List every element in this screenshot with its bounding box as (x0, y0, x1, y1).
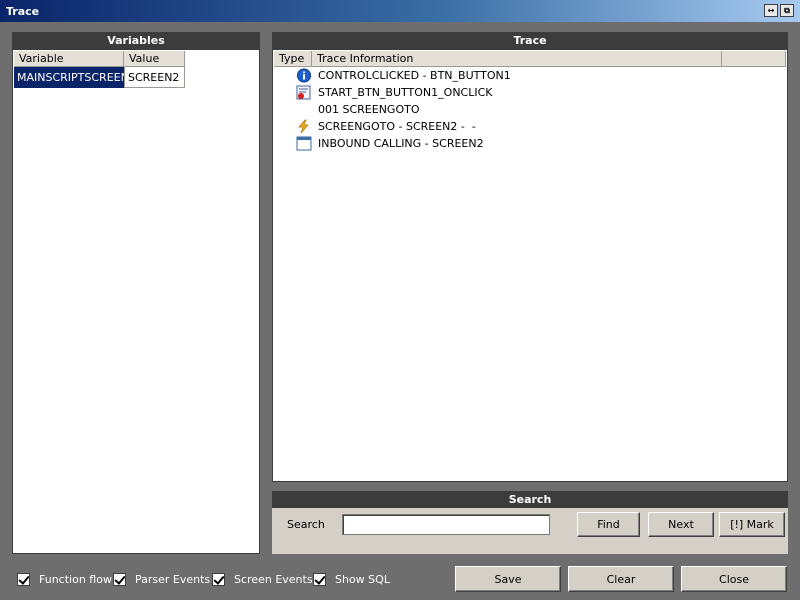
save-button[interactable]: Save (455, 566, 561, 592)
parser-events-checkbox[interactable] (113, 573, 126, 586)
script-icon (296, 85, 311, 100)
trace-text: 001 SCREENGOTO (318, 103, 420, 116)
lightning-icon (298, 119, 309, 134)
column-header-variable[interactable]: Variable (14, 51, 124, 67)
trace-list[interactable]: Type Trace Information CONTROLCLICKED - … (272, 49, 788, 482)
column-header-trace-information[interactable]: Trace Information (312, 51, 722, 67)
info-icon (297, 68, 311, 83)
trace-column-headers: Type Trace Information (274, 51, 786, 67)
window-title: Trace (6, 5, 40, 18)
trace-text: CONTROLCLICKED - BTN_BUTTON1 (318, 69, 511, 82)
variables-header: Variables (12, 32, 260, 49)
restore-icon[interactable]: ↔ (764, 4, 778, 17)
variable-name-cell[interactable]: MAINSCRIPTSCREEN (14, 67, 129, 88)
function-flow-option[interactable]: Function flow (17, 573, 112, 586)
show-sql-label: Show SQL (335, 573, 390, 586)
show-sql-checkbox[interactable] (313, 573, 326, 586)
function-flow-checkbox[interactable] (17, 573, 30, 586)
list-item[interactable]: 001 SCREENGOTO (273, 101, 787, 118)
column-header-filler (722, 51, 786, 67)
list-item[interactable]: SCREENGOTO - SCREEN2 - - (273, 118, 787, 135)
trace-text: INBOUND CALLING - SCREEN2 (318, 137, 484, 150)
screen-events-label: Screen Events (234, 573, 313, 586)
table-row[interactable]: MAINSCRIPTSCREEN SCREEN2 (14, 67, 185, 88)
search-label: Search (287, 518, 325, 531)
search-input[interactable] (342, 514, 550, 535)
trace-text: SCREENGOTO - SCREEN2 - - (318, 120, 476, 133)
parser-events-label: Parser Events (135, 573, 211, 586)
clear-button[interactable]: Clear (568, 566, 674, 592)
title-bar: Trace ↔ ⧉ (0, 0, 800, 22)
variables-column-headers: Variable Value (14, 51, 185, 67)
variables-grid[interactable]: Variable Value MAINSCRIPTSCREEN SCREEN2 (12, 49, 260, 554)
list-item[interactable]: CONTROLCLICKED - BTN_BUTTON1 (273, 67, 787, 84)
list-item[interactable]: INBOUND CALLING - SCREEN2 (273, 135, 787, 152)
column-header-type[interactable]: Type (274, 51, 312, 67)
show-sql-option[interactable]: Show SQL (313, 573, 390, 586)
screen-events-checkbox[interactable] (212, 573, 225, 586)
function-flow-label: Function flow (39, 573, 112, 586)
next-button[interactable]: Next (648, 512, 714, 537)
window-icon (296, 136, 312, 151)
trace-header: Trace (272, 32, 788, 49)
mark-button[interactable]: [!] Mark (719, 512, 785, 537)
column-header-value[interactable]: Value (124, 51, 185, 67)
trace-text: START_BTN_BUTTON1_ONCLICK (318, 86, 493, 99)
search-header: Search (272, 491, 788, 508)
screen-events-option[interactable]: Screen Events (212, 573, 313, 586)
maximize-icon[interactable]: ⧉ (780, 4, 794, 17)
parser-events-option[interactable]: Parser Events (113, 573, 210, 586)
list-item[interactable]: START_BTN_BUTTON1_ONCLICK (273, 84, 787, 101)
close-button[interactable]: Close (681, 566, 787, 592)
variable-value-cell[interactable]: SCREEN2 (124, 67, 185, 88)
find-button[interactable]: Find (577, 512, 640, 537)
search-panel: Search Find Next [!] Mark (272, 508, 788, 554)
